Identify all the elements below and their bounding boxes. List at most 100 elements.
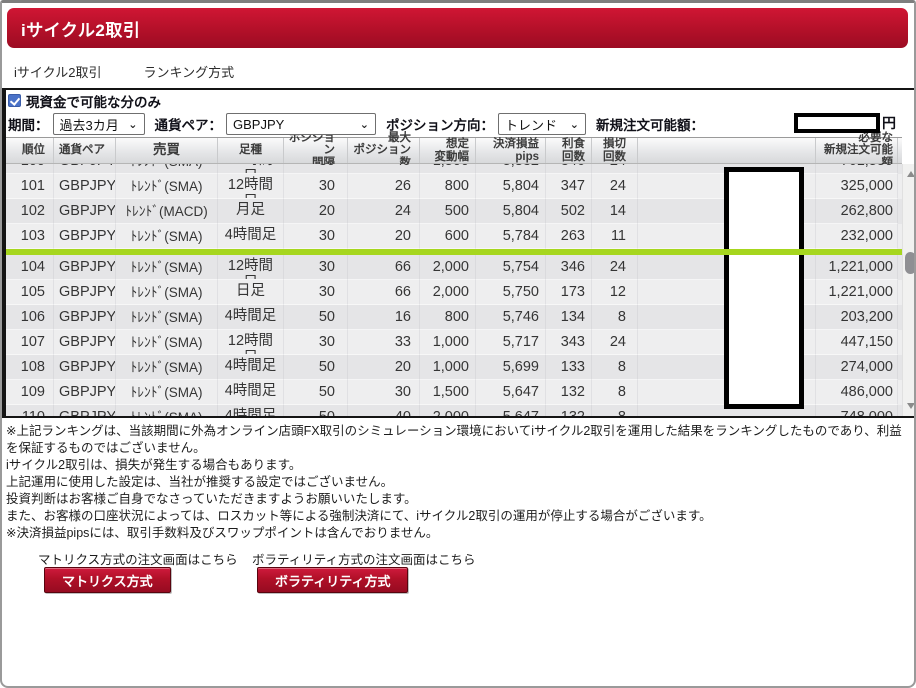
cell-required: 761,550: [816, 164, 898, 174]
scroll-down-arrow[interactable]: [903, 398, 914, 414]
cell-interval: 50: [284, 355, 348, 380]
cell-required: 232,000: [816, 224, 898, 249]
chevron-down-icon: ⌄: [569, 118, 579, 131]
tab-ranking[interactable]: ランキング方式: [143, 61, 234, 85]
tab-icycle2[interactable]: iサイクル2取引: [14, 61, 101, 85]
column-header[interactable]: 通貨ペア: [54, 138, 116, 163]
bar-type-clipped: 日足: [236, 283, 265, 299]
cell-pair: GBPJPY: [54, 255, 116, 280]
cell-pair: GBPJPY: [54, 405, 116, 416]
cell-method: ﾄﾚﾝﾄﾞ(SMA): [116, 330, 218, 355]
column-header[interactable]: ポジション 間隔: [284, 132, 348, 169]
cell-max_positions: 20: [348, 355, 420, 380]
cell-range: 1,000: [420, 330, 476, 355]
cell-profit_count: 346: [546, 164, 592, 174]
column-header[interactable]: 順位: [6, 138, 54, 163]
column-header[interactable]: 売買: [116, 138, 218, 163]
note-line: iサイクル2取引は、損失が発生する場合もあります。: [6, 458, 302, 472]
cell-pips: 5,804: [476, 174, 546, 199]
scrollbar-thumb[interactable]: [905, 252, 914, 274]
note-line: また、お客様の口座状況によっては、ロスカット等による強制決済にて、iサイクル2取…: [6, 509, 712, 523]
period-value: 過去3カ月: [59, 117, 119, 133]
cell-profit_count: 263: [546, 224, 592, 249]
column-header[interactable]: 利食 回数: [546, 138, 592, 163]
direction-select[interactable]: トレンド ⌄: [498, 113, 586, 135]
cell-interval: 30: [284, 164, 348, 174]
column-header[interactable]: 必要な 新規注文可能額: [816, 132, 898, 169]
cell-method: ﾄﾚﾝﾄﾞ(SMA): [116, 224, 218, 249]
cell-bar: 4時間足: [218, 305, 284, 330]
cell-interval: 20: [284, 199, 348, 224]
cell-pips: 5,784: [476, 224, 546, 249]
period-label: 期間：: [8, 118, 49, 133]
cell-interval: 50: [284, 405, 348, 416]
scroll-up-arrow[interactable]: [903, 166, 914, 182]
vertical-scrollbar[interactable]: [902, 164, 914, 416]
cell-required: 274,000: [816, 355, 898, 380]
cell-bar: 12時間足: [218, 164, 284, 174]
cell-range: 1,500: [420, 380, 476, 405]
column-header[interactable]: 想定 変動幅: [420, 138, 476, 163]
cell-method: ﾄﾚﾝﾄﾞ(SMA): [116, 380, 218, 405]
cell-pips: 5,754: [476, 255, 546, 280]
cell-profit_count: 343: [546, 330, 592, 355]
volatility-method-button[interactable]: ボラティリティ方式: [257, 567, 409, 593]
pair-select[interactable]: GBPJPY ⌄: [226, 113, 376, 135]
cell-bar: 4時間足: [218, 380, 284, 405]
column-header[interactable]: 損切 回数: [592, 138, 638, 163]
cell-rank: 104: [6, 255, 54, 280]
cell-loss_count: 12: [592, 280, 638, 305]
column-header[interactable]: 足種: [218, 138, 284, 163]
bar-type-clipped: 12時間足: [225, 164, 277, 173]
cell-pips: 5,746: [476, 305, 546, 330]
cell-pair: GBPJPY: [54, 330, 116, 355]
cell-required: 748,000: [816, 405, 898, 416]
cell-rank: 105: [6, 280, 54, 305]
cell-profit_count: 133: [546, 355, 592, 380]
cell-rank: 100: [6, 164, 54, 174]
column-header[interactable]: [638, 138, 816, 163]
cell-pips: 5,717: [476, 330, 546, 355]
column-header[interactable]: 最大 ポジション数: [348, 132, 420, 169]
cell-method: ﾄﾚﾝﾄﾞ(SMA): [116, 405, 218, 416]
cell-required: 325,000: [816, 174, 898, 199]
cell-range: 800: [420, 305, 476, 330]
cell-profit_count: 132: [546, 380, 592, 405]
direction-label: ポジション方向：: [386, 118, 494, 133]
cell-bar: 4時間足: [218, 355, 284, 380]
cell-pair: GBPJPY: [54, 380, 116, 405]
cell-pips: 5,699: [476, 355, 546, 380]
column-header[interactable]: 決済損益 pips: [476, 138, 546, 163]
matrix-caption: マトリクス方式の注文画面はこちら: [38, 553, 238, 567]
cell-range: 1,500: [420, 164, 476, 174]
cell-max_positions: 66: [348, 280, 420, 305]
cell-max_positions: 49: [348, 164, 420, 174]
cell-profit_count: 132: [546, 405, 592, 416]
cell-profit_count: 347: [546, 174, 592, 199]
cell-interval: 50: [284, 305, 348, 330]
cell-pair: GBPJPY: [54, 224, 116, 249]
cell-pips: 5,832: [476, 164, 546, 174]
cell-bar: 4時間足: [218, 405, 284, 416]
period-select[interactable]: 過去3カ月 ⌄: [52, 113, 145, 135]
amount-group: 円: [794, 113, 896, 133]
cash-only-checkbox[interactable]: [8, 94, 21, 107]
cell-bar: 12時間足: [218, 255, 284, 280]
cell-method: ﾄﾚﾝﾄﾞ(SMA): [116, 255, 218, 280]
cell-max_positions: 33: [348, 330, 420, 355]
matrix-method-button[interactable]: マトリクス方式: [44, 567, 171, 593]
cell-profit_count: 502: [546, 199, 592, 224]
cell-max_positions: 40: [348, 405, 420, 416]
bar-type-clipped: 12時間足: [227, 177, 274, 198]
cell-loss_count: 8: [592, 355, 638, 380]
note-line: ※上記ランキングは、当該期間に外為オンライン店頭FX取引のシミュレーション環境に…: [6, 424, 902, 455]
cell-max_positions: 30: [348, 380, 420, 405]
pair-value: GBPJPY: [233, 116, 285, 132]
bar-type-clipped: 4時間足: [224, 358, 277, 374]
cell-range: 2,000: [420, 255, 476, 280]
cell-loss_count: 24: [592, 255, 638, 280]
cash-only-row: 現資金で可能な分のみ: [6, 90, 914, 111]
cell-max_positions: 66: [348, 255, 420, 280]
cell-interval: 30: [284, 255, 348, 280]
triangle-up-icon: [906, 171, 914, 177]
